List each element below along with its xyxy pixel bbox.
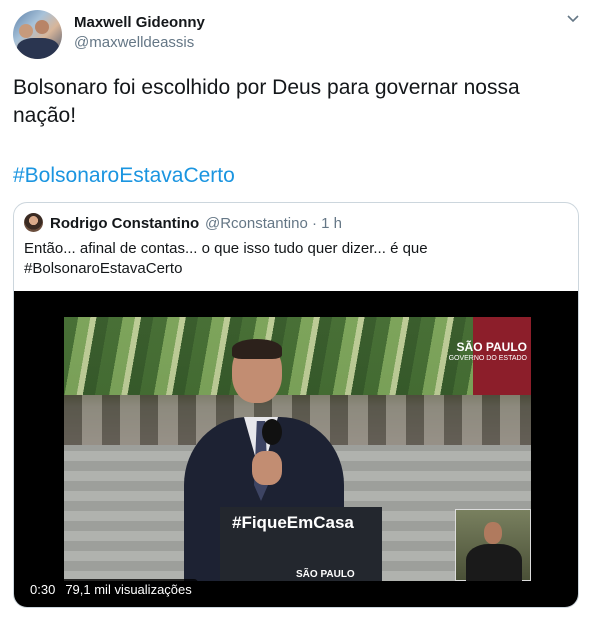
speaker-hair (232, 339, 282, 359)
microphone-icon (262, 419, 282, 445)
video-view-count: 79,1 mil visualizações (65, 582, 192, 597)
video-player[interactable]: SÃO PAULO GOVERNO DO ESTADO #FiqueEmCasa… (14, 291, 578, 607)
hashtag-link[interactable]: #BolsonaroEstavaCerto (13, 164, 235, 188)
speaker-hand (252, 451, 282, 485)
quoted-tweet-card[interactable]: Rodrigo Constantino @Rconstantino · 1 h … (13, 202, 579, 608)
quoted-tweet-text: Então... afinal de contas... o que isso … (24, 240, 428, 277)
avatar-photo-person (19, 24, 33, 38)
sign-language-inset (455, 509, 531, 581)
podium-hashtag: #FiqueEmCasa (232, 513, 354, 532)
quoted-author-avatar[interactable] (24, 213, 43, 232)
author-name[interactable]: Maxwell Gideonny (74, 14, 205, 31)
author-handle[interactable]: @maxwelldeassis (74, 34, 194, 51)
video-duration: 0:30 (30, 582, 56, 597)
author-avatar[interactable] (13, 10, 62, 59)
video-frame: SÃO PAULO GOVERNO DO ESTADO #FiqueEmCasa… (64, 317, 531, 581)
interpreter-head (484, 522, 502, 544)
tweet-text: Bolsonaro foi escolhido por Deus para go… (13, 76, 520, 127)
sp-logo-text: SÃO PAULO (456, 340, 527, 354)
quoted-author-name[interactable]: Rodrigo Constantino (50, 215, 199, 232)
quoted-author-handle[interactable]: @Rconstantino · 1 h (205, 215, 342, 232)
interpreter-body (466, 544, 522, 581)
avatar-photo-person (35, 20, 49, 34)
video-info-badge: 0:30 79,1 mil visualizações (24, 579, 198, 601)
podium-logo: SÃO PAULO (296, 569, 355, 580)
chevron-down-icon[interactable] (566, 14, 580, 24)
sp-logo-subtext: GOVERNO DO ESTADO (448, 355, 527, 362)
avatar-photo-body (17, 38, 59, 59)
